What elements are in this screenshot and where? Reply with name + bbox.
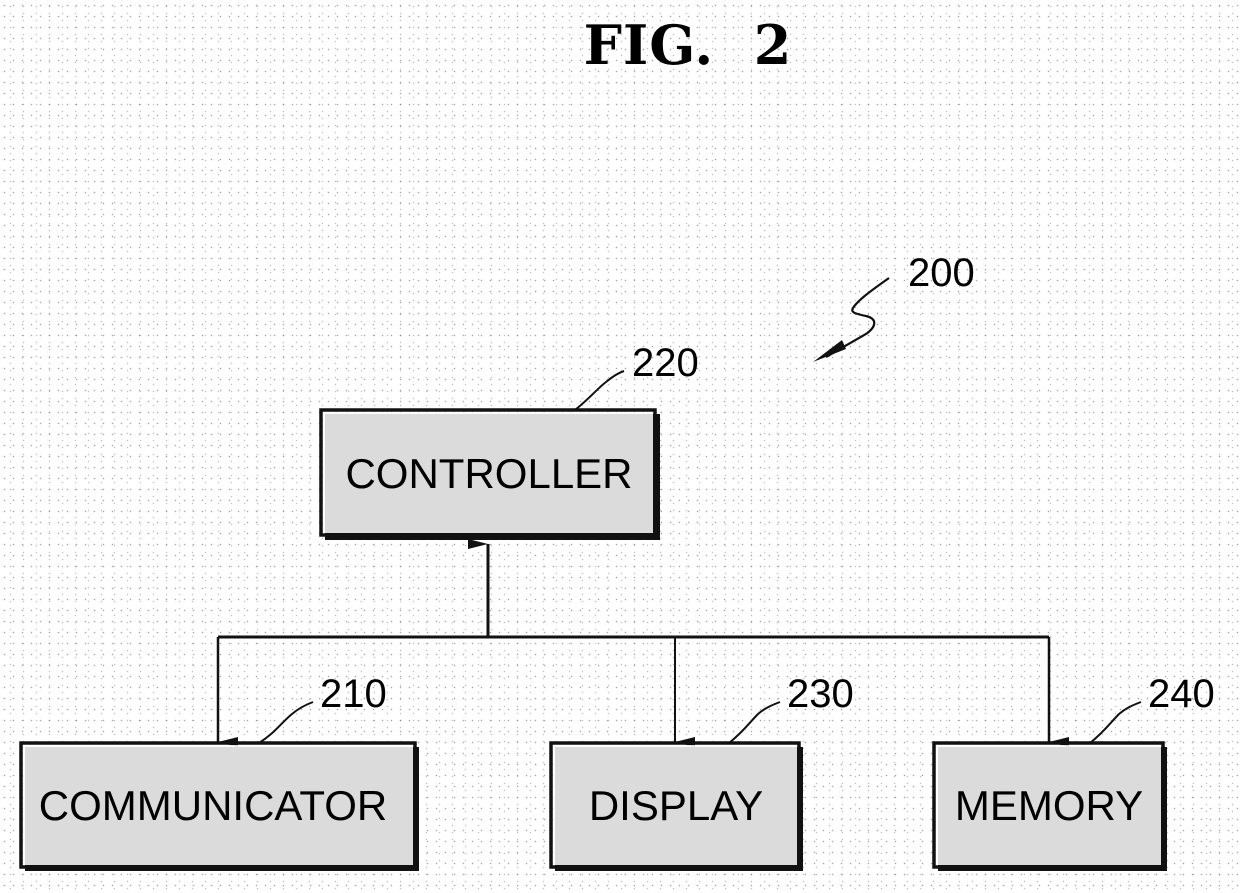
memory-block: MEMORY [932,741,1167,871]
block-diagram: FIG. 2 200 CONTROLLER 220 COMMUNICATOR 2… [19,13,1215,871]
memory-label: MEMORY [955,782,1143,829]
communicator-ref-leader [258,701,314,744]
controller-ref-leader [574,370,625,411]
communicator-block: COMMUNICATOR [19,741,419,871]
display-block: DISPLAY [549,741,803,871]
memory-ref-leader [1089,701,1142,744]
controller-block: CONTROLLER [319,408,660,540]
display-ref-leader [728,701,781,744]
system-reference: 200 [813,251,975,362]
memory-ref-number: 240 [1148,672,1215,716]
system-ref-number: 200 [908,251,975,295]
communicator-ref-number: 210 [320,672,387,716]
system-arrow-head-icon [813,340,846,362]
controller-label: CONTROLLER [345,450,632,497]
display-label: DISPLAY [589,782,763,829]
display-ref-number: 230 [787,672,854,716]
figure-title: FIG. 2 [584,13,793,77]
communicator-label: COMMUNICATOR [39,782,387,829]
controller-ref-number: 220 [632,341,699,385]
